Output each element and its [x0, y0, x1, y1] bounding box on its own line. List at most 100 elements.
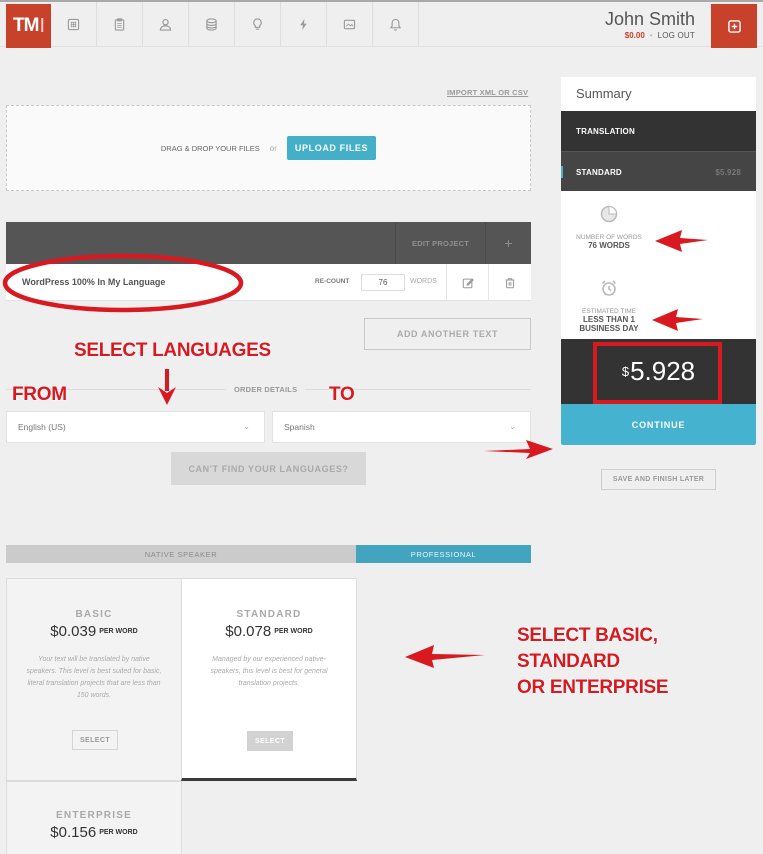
nav-item-grid[interactable]: [51, 2, 97, 47]
grid-icon: [67, 18, 80, 31]
tab-native-speaker[interactable]: NATIVE SPEAKER: [6, 545, 356, 563]
tier-card-enterprise[interactable]: ENTERPRISE $0.156 PER WORD: [6, 781, 182, 854]
tier-price-unit: PER WORD: [274, 628, 313, 635]
annotation-select-languages: SELECT LANGUAGES: [74, 340, 271, 361]
summary-estimated-time: ESTIMATED TIME LESS THAN 1 BUSINESS DAY: [561, 265, 657, 339]
order-details-label: ORDER DETAILS: [226, 385, 306, 394]
clipboard-icon: [114, 18, 125, 31]
translator-type-tabs: NATIVE SPEAKER PROFESSIONAL: [6, 545, 531, 563]
tier-description: Your text will be translated by native s…: [26, 656, 162, 699]
select-standard-button[interactable]: SELECT: [247, 731, 293, 751]
logout-link[interactable]: LOG OUT: [658, 31, 695, 40]
tier-price-unit: PER WORD: [99, 829, 138, 836]
import-xml-csv-link[interactable]: IMPORT XML OR CSV: [447, 88, 528, 97]
pie-chart-icon: [600, 205, 618, 223]
app-logo[interactable]: TM I: [6, 4, 51, 48]
words-label: WORDS: [410, 278, 437, 285]
chevron-down-icon: ⌄: [509, 422, 516, 431]
logo-text: TM: [13, 15, 39, 36]
or-label: or: [269, 143, 277, 153]
plus-square-icon: [727, 19, 741, 33]
alarm-clock-icon: [601, 280, 617, 296]
word-count-label: NUMBER OF WORDS: [576, 234, 642, 241]
estimated-time-line2: BUSINESS DAY: [579, 324, 639, 333]
account-balance: $0.00: [624, 31, 645, 40]
bell-icon: [389, 18, 402, 31]
nav-item-database[interactable]: [189, 2, 235, 47]
upload-files-button[interactable]: UPLOAD FILES: [286, 136, 377, 160]
nav-item-notifications[interactable]: [373, 2, 419, 47]
recount-button[interactable]: RE-COUNT: [315, 278, 349, 285]
tier-description: Managed by our experienced native-speake…: [210, 656, 328, 687]
tier-price-unit: PER WORD: [99, 628, 138, 635]
edit-icon: [462, 277, 474, 288]
drag-drop-label: DRAG & DROP YOUR FILES: [160, 143, 260, 153]
cant-find-languages-button[interactable]: CAN'T FIND YOUR LANGUAGES?: [171, 452, 366, 485]
annotation-tier-line1: SELECT BASIC,: [517, 625, 658, 646]
new-project-button[interactable]: [711, 4, 757, 48]
target-language-value: Spanish: [284, 422, 315, 432]
tier-card-standard[interactable]: STANDARD $0.078 PER WORD Managed by our e…: [181, 578, 357, 781]
summary-level-row: STANDARD $5.928: [561, 151, 756, 191]
trash-icon: [505, 277, 515, 288]
image-icon: [343, 19, 356, 30]
nav-item-clipboard[interactable]: [97, 2, 143, 47]
database-icon: [206, 18, 217, 31]
nav-item-activity[interactable]: [281, 2, 327, 47]
nav-item-media[interactable]: [327, 2, 373, 47]
nav-item-ideas[interactable]: [235, 2, 281, 47]
estimated-time-value: LESS THAN 1 BUSINESS DAY: [561, 315, 657, 333]
tier-price-value: $0.156: [50, 824, 97, 841]
source-language-select[interactable]: English (US) ⌄: [6, 411, 265, 443]
annotation-tier-line2: STANDARD: [517, 651, 620, 672]
summary-title: Summary: [576, 86, 632, 101]
tier-price: $0.039 PER WORD: [7, 623, 181, 640]
project-text-row: WordPress 100% In My Language RE-COUNT W…: [6, 264, 531, 301]
summary-level-name: STANDARD: [576, 168, 622, 177]
annotation-from: FROM: [12, 384, 67, 405]
tier-card-basic[interactable]: BASIC $0.039 PER WORD Your text will be t…: [6, 578, 182, 781]
top-navigation-bar: TM I John Smith $0.00 • LOG OUT: [0, 0, 763, 48]
summary-word-count: NUMBER OF WORDS 76 WORDS: [561, 191, 657, 265]
separator-dot: •: [649, 31, 653, 40]
user-icon: [159, 18, 172, 31]
tier-price-value: $0.078: [225, 623, 272, 640]
edit-text-button[interactable]: [446, 264, 488, 301]
project-header: EDIT PROJECT +: [6, 222, 531, 264]
tier-price-value: $0.039: [50, 623, 97, 640]
nav-icon-bar: [51, 2, 419, 47]
summary-section-translation: TRANSLATION: [561, 111, 756, 151]
select-basic-button[interactable]: SELECT: [72, 730, 118, 750]
word-count-input[interactable]: [361, 274, 405, 291]
order-summary-panel: Summary TRANSLATION STANDARD $5.928 NUMB…: [561, 77, 756, 445]
total-amount: 5.928: [630, 356, 696, 386]
nav-item-user[interactable]: [143, 2, 189, 47]
currency-symbol: $: [621, 364, 630, 379]
summary-total-price: $5.928: [561, 339, 756, 404]
nav-divider: [418, 2, 419, 47]
add-project-item-button[interactable]: +: [485, 222, 531, 264]
target-language-select[interactable]: Spanish ⌄: [272, 411, 531, 443]
summary-level-price: $5.928: [715, 168, 741, 177]
annotation-select-tier: SELECT BASIC, STANDARD OR ENTERPRISE: [517, 623, 669, 701]
save-and-finish-later-button[interactable]: SAVE AND FINISH LATER: [601, 469, 716, 490]
add-another-text-button[interactable]: ADD ANOTHER TEXT: [364, 318, 531, 350]
tier-price: $0.078 PER WORD: [182, 623, 356, 640]
logo-cursor-glyph: I: [39, 14, 44, 37]
estimated-time-line1: LESS THAN 1: [582, 315, 635, 324]
user-name[interactable]: John Smith: [605, 8, 695, 30]
annotation-arrow-down: [158, 369, 176, 405]
chevron-down-icon: ⌄: [243, 422, 250, 431]
edit-project-button[interactable]: EDIT PROJECT: [395, 222, 485, 264]
estimated-time-label: ESTIMATED TIME: [582, 308, 636, 315]
annotation-to: TO: [329, 384, 355, 405]
bolt-icon: [300, 18, 307, 31]
user-panel: John Smith $0.00 • LOG OUT: [605, 8, 695, 40]
file-dropzone[interactable]: DRAG & DROP YOUR FILES or UPLOAD FILES: [6, 105, 531, 191]
delete-text-button[interactable]: [488, 264, 531, 301]
project-text-name: WordPress 100% In My Language: [22, 277, 166, 287]
continue-button[interactable]: CONTINUE: [561, 404, 756, 445]
tab-professional[interactable]: PROFESSIONAL: [356, 545, 531, 563]
tier-name: STANDARD: [236, 609, 302, 620]
user-meta: $0.00 • LOG OUT: [605, 31, 695, 40]
